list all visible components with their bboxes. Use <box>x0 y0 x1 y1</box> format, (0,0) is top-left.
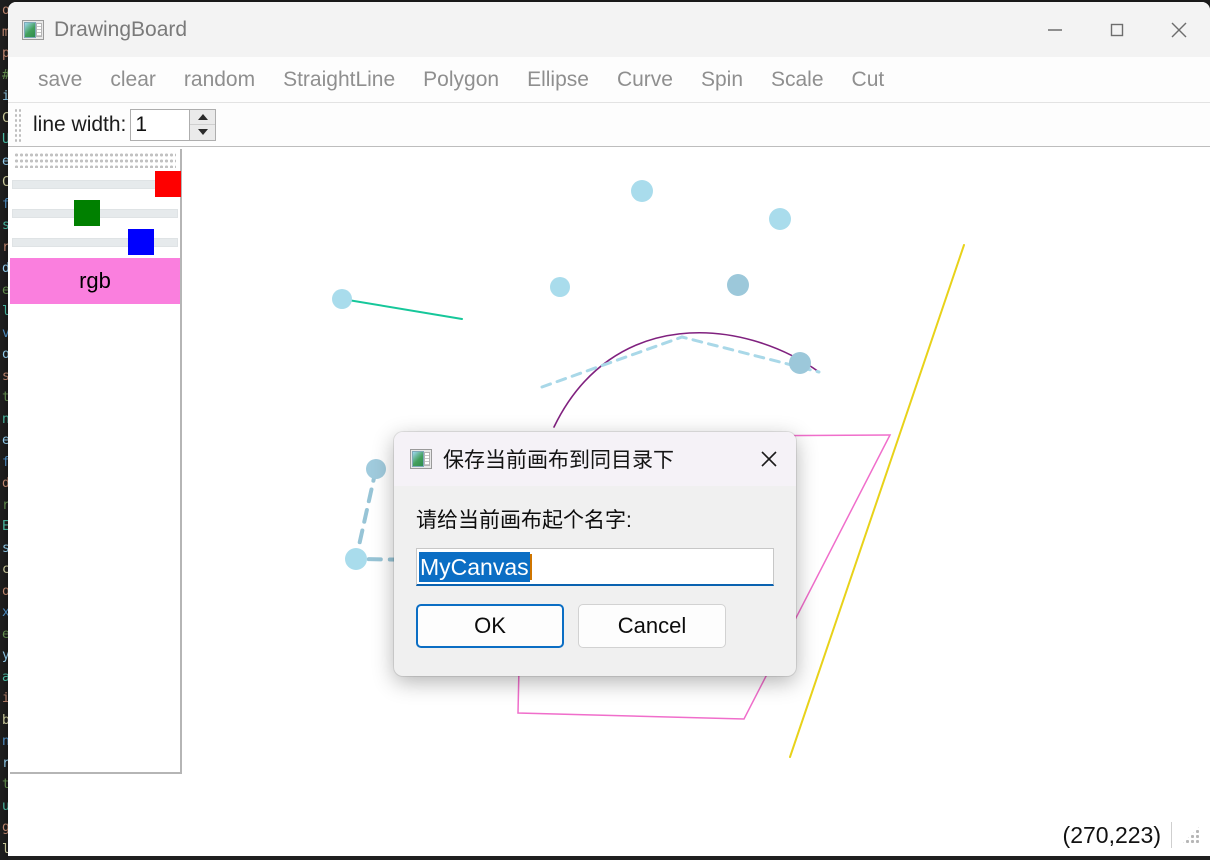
dialog-title: 保存当前画布到同目录下 <box>443 449 674 472</box>
canvas-name-input-value: MyCanvas <box>419 551 530 582</box>
close-icon[interactable] <box>750 440 788 478</box>
menu-item-clear[interactable]: clear <box>96 66 170 94</box>
icon-pane <box>412 451 424 467</box>
slider-handle-red[interactable] <box>155 171 182 197</box>
control-polygon-top[interactable] <box>540 335 821 389</box>
maximize-icon[interactable] <box>1086 2 1148 57</box>
ok-button[interactable]: OK <box>416 604 564 648</box>
canvas-name-input[interactable]: MyCanvas <box>416 548 774 586</box>
menubar: save clear random StraightLine Polygon E… <box>8 57 1210 103</box>
line-width-spin-buttons <box>189 109 216 140</box>
line-width-label: line width: <box>33 112 127 136</box>
minimize-icon[interactable] <box>1024 2 1086 57</box>
statusbar-divider <box>1171 822 1172 848</box>
text-caret <box>529 553 532 580</box>
drawing-board-window: DrawingBoard save clear random StraightL… <box>8 2 1210 860</box>
workspace: rgb 保存当前画布到同目录下 请给当前画布起个名字: MyCanvas OK … <box>8 147 1210 814</box>
control-point[interactable] <box>332 289 352 309</box>
window-controls <box>1024 2 1210 57</box>
control-point[interactable] <box>727 274 749 296</box>
statusbar: (270,223) <box>8 814 1210 860</box>
dialog-titlebar: 保存当前画布到同目录下 <box>394 432 796 486</box>
save-canvas-dialog: 保存当前画布到同目录下 请给当前画布起个名字: MyCanvas OK Canc… <box>394 432 796 676</box>
control-point[interactable] <box>345 548 367 570</box>
control-point[interactable] <box>631 180 653 202</box>
yellow-line[interactable] <box>789 244 965 758</box>
menu-item-straightline[interactable]: StraightLine <box>269 66 409 94</box>
drawing-board-icon <box>410 449 432 469</box>
menu-item-random[interactable]: random <box>170 66 269 94</box>
cursor-coordinates: (270,223) <box>1062 821 1161 848</box>
rgb-color-swatch[interactable]: rgb <box>10 258 180 304</box>
menu-item-polygon[interactable]: Polygon <box>409 66 513 94</box>
resize-grip-icon[interactable] <box>1182 826 1200 844</box>
dialog-body: 请给当前画布起个名字: MyCanvas OK Cancel <box>394 486 796 676</box>
chevron-up-icon[interactable] <box>190 109 216 125</box>
slider-track-red <box>12 180 178 189</box>
drawing-board-icon <box>22 19 44 40</box>
dialog-prompt-label: 请给当前画布起个名字: <box>416 509 632 532</box>
slider-handle-green[interactable] <box>73 200 100 226</box>
cancel-button[interactable]: Cancel <box>578 604 726 648</box>
line-width-stepper[interactable]: 1 <box>130 108 217 141</box>
window-title: DrawingBoard <box>54 17 188 41</box>
panel-grip[interactable] <box>14 152 176 168</box>
chevron-down-icon[interactable] <box>190 125 216 140</box>
bezier-curve[interactable] <box>553 332 820 428</box>
rgb-swatch-label: rgb <box>79 268 111 293</box>
menu-item-save[interactable]: save <box>24 66 96 94</box>
menu-item-ellipse[interactable]: Ellipse <box>513 66 603 94</box>
slider-blue[interactable] <box>10 229 180 255</box>
control-point[interactable] <box>366 459 386 479</box>
toolbar: line width: 1 <box>8 103 1210 147</box>
menu-item-spin[interactable]: Spin <box>687 66 757 94</box>
close-icon[interactable] <box>1148 2 1210 57</box>
menu-item-scale[interactable]: Scale <box>757 66 838 94</box>
menu-item-cut[interactable]: Cut <box>838 66 899 94</box>
slider-green[interactable] <box>10 200 180 226</box>
window-titlebar: DrawingBoard <box>8 2 1210 57</box>
control-point[interactable] <box>550 277 570 297</box>
icon-pane <box>24 21 36 38</box>
line-width-input[interactable]: 1 <box>131 110 189 140</box>
control-point[interactable] <box>769 208 791 230</box>
slider-red[interactable] <box>10 171 182 197</box>
icon-lines <box>424 452 430 466</box>
rgb-color-panel: rgb <box>10 149 182 774</box>
icon-lines <box>36 22 42 37</box>
toolbar-grip[interactable] <box>14 107 23 142</box>
menu-item-curve[interactable]: Curve <box>603 66 687 94</box>
control-point[interactable] <box>789 352 811 374</box>
dialog-button-row: OK Cancel <box>416 604 774 648</box>
slider-handle-blue[interactable] <box>127 229 154 255</box>
green-line[interactable] <box>341 298 463 320</box>
